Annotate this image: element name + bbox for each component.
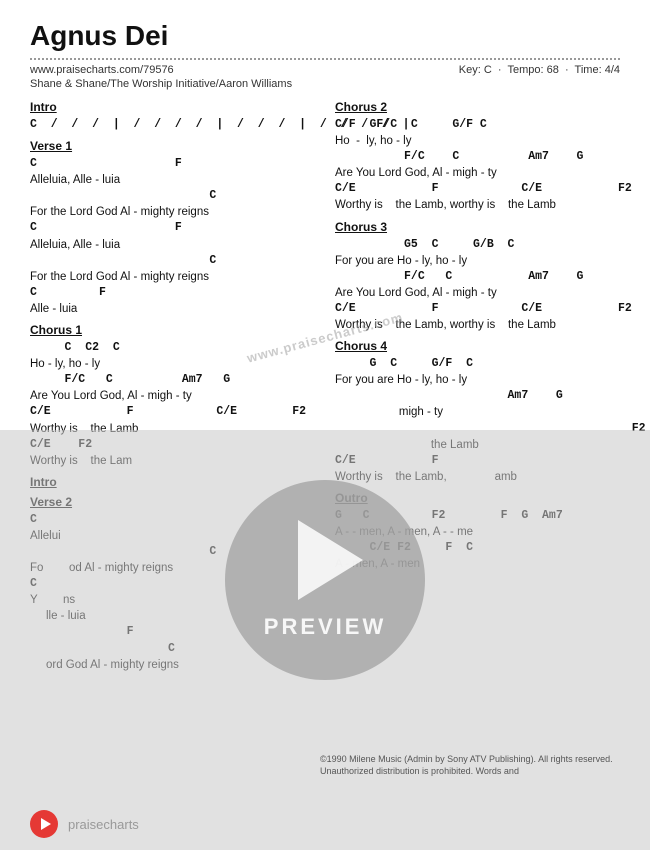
section-title-verse1: Verse 1 <box>30 139 315 153</box>
footer-logo[interactable] <box>30 810 58 838</box>
section-title-chorus3: Chorus 3 <box>335 220 620 234</box>
lyric-line: For you are Ho - ly, ho - ly <box>335 372 620 388</box>
lyric-line: For the Lord God Al - mighty reigns <box>30 204 315 220</box>
section-intro: Intro C / / / | / / / / | / / / | / / / /… <box>30 100 315 133</box>
chord-line: G5 C G/B C <box>335 237 620 253</box>
lyric-line: migh - ty <box>335 404 620 420</box>
song-title: Agnus Dei <box>30 20 620 52</box>
meta-row: www.praisecharts.com/79576 Key: C · Temp… <box>30 64 620 76</box>
preview-button[interactable]: PREVIEW <box>225 480 425 680</box>
lyric-line: Alleluia, Alle - luia <box>30 237 315 253</box>
lyric-line: For the Lord God Al - mighty reigns <box>30 269 315 285</box>
section-title-intro: Intro <box>30 100 315 114</box>
footer: praisecharts <box>30 810 620 838</box>
song-url: www.praisecharts.com/79576 <box>30 64 174 76</box>
preview-label: PREVIEW <box>264 614 386 640</box>
footer-brand: praisecharts <box>68 817 139 832</box>
page: Agnus Dei www.praisecharts.com/79576 Key… <box>0 0 650 850</box>
chord-line: C F <box>30 220 315 236</box>
lyric-line: Alle - luia <box>30 301 315 317</box>
chord-line: G C G/F C <box>335 356 620 372</box>
copyright-text: ©1990 Milene Music (Admin by Sony ATV Pu… <box>320 753 630 778</box>
lyric-line: Are You Lord God, Al - migh - ty <box>335 285 620 301</box>
song-key-tempo-time: Key: C · Tempo: 68 · Time: 4/4 <box>459 64 620 76</box>
footer-play-icon <box>41 818 51 830</box>
chord-line: C <box>30 188 315 204</box>
chord-line: C / / / | / / / / | / / / | / / / / | <box>30 117 315 133</box>
section-chorus2: Chorus 2 C/F GF/C C G/F CHo - ly, ho - ly… <box>335 100 620 214</box>
chord-line: C F <box>30 156 315 172</box>
chord-line: C F <box>30 285 315 301</box>
chord-line: F/C C Am7 G <box>335 269 620 285</box>
lyric-line: Are You Lord God, Al - migh - ty <box>335 165 620 181</box>
section-verse1: Verse 1C FAlleluia, Alle - luia CFor the… <box>30 139 315 317</box>
lyric-line: For you are Ho - ly, ho - ly <box>335 253 620 269</box>
chord-line: Am7 G <box>335 388 620 404</box>
section-title-chorus1: Chorus 1 <box>30 323 315 337</box>
chord-line: C/E F C/E F2 <box>30 404 315 420</box>
lyric-line: Worthy is the Lamb, worthy is the Lamb <box>335 197 620 213</box>
section-title-chorus2: Chorus 2 <box>335 100 620 114</box>
chord-line: C/E F C/E F2 <box>335 181 620 197</box>
artist-row: Shane & Shane/The Worship Initiative/Aar… <box>30 78 620 90</box>
chord-line: F/C C Am7 G <box>335 149 620 165</box>
divider <box>30 58 620 60</box>
chord-line: C <box>30 253 315 269</box>
chord-line: F/C C Am7 G <box>30 372 315 388</box>
lyric-line: Alleluia, Alle - luia <box>30 172 315 188</box>
preview-play-icon <box>298 520 363 600</box>
chord-line: C/F GF/C C G/F C <box>335 117 620 133</box>
lyric-line: Ho - ly, ho - ly <box>335 133 620 149</box>
lyric-line: Are You Lord God, Al - migh - ty <box>30 388 315 404</box>
section-title-chorus4: Chorus 4 <box>335 339 620 353</box>
